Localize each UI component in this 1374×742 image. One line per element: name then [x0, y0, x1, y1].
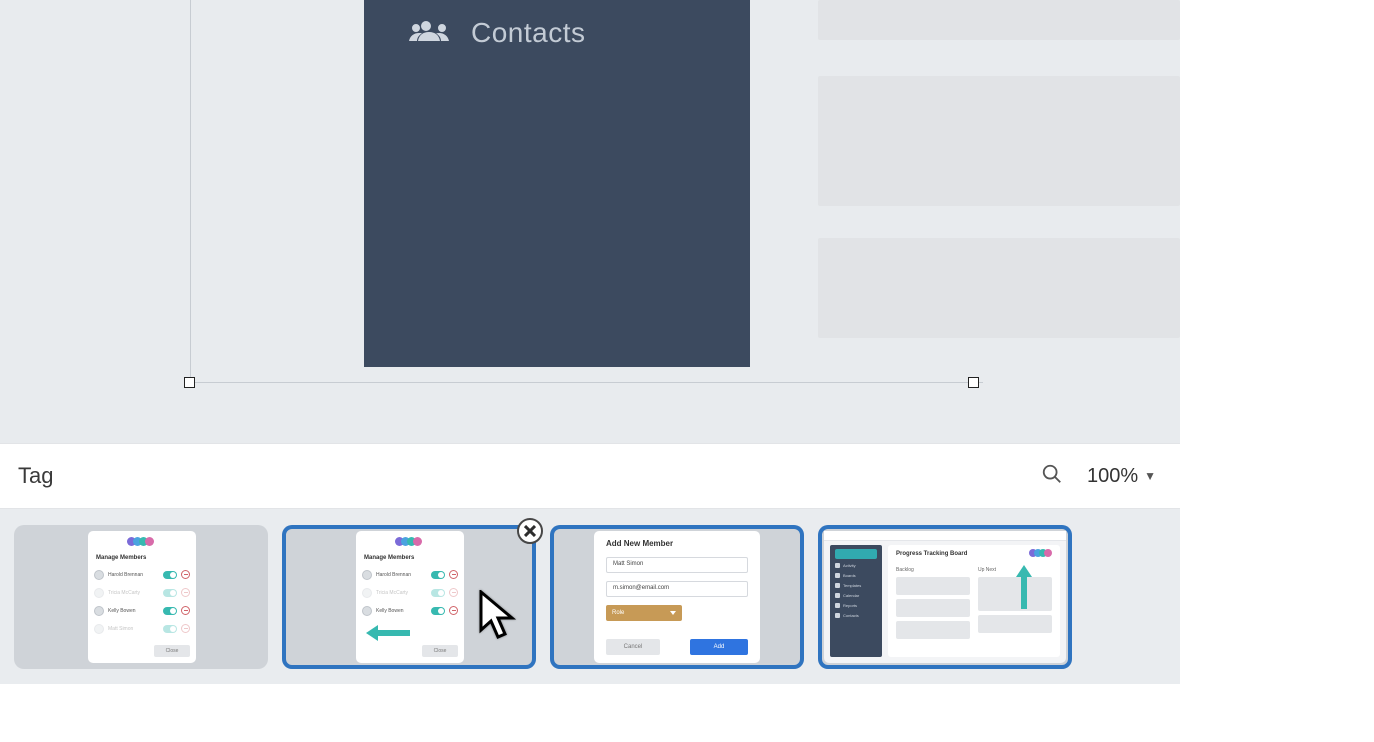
member-name: Matt Simon [108, 626, 133, 632]
card-placeholder [978, 615, 1052, 633]
role-dropdown: Role [606, 605, 682, 621]
role-value: Role [612, 610, 624, 616]
placeholder-block [818, 238, 1180, 338]
add-button: Add [690, 639, 748, 655]
board-title: Progress Tracking Board [896, 551, 967, 557]
panel-title: Add New Member [606, 539, 673, 548]
sidebar-mini-item: Templates [843, 583, 861, 588]
screen-thumb-2[interactable]: Manage Members Harold Brennan Tricia McC… [282, 525, 536, 669]
sidebar-mock-panel: Contacts [364, 0, 750, 367]
thumb-preview: Manage Members Harold Brennan Tricia McC… [356, 531, 464, 663]
member-name: Tricia McCarty [108, 590, 140, 596]
avatar-stack-icon [398, 537, 422, 546]
chevron-down-icon: ▼ [1144, 469, 1156, 483]
member-name: Harold Brennan [108, 572, 143, 578]
bottom-toolbar: Tag 100% ▼ [0, 443, 1180, 509]
sidebar-mini-item: Reports [843, 603, 857, 608]
close-button: Close [154, 645, 190, 657]
cursor-pointer-icon [478, 590, 524, 650]
cancel-button: Cancel [606, 639, 660, 655]
avatar-stack-icon [1032, 549, 1052, 557]
email-field: m.simon@email.com [606, 581, 748, 597]
panel-title: Manage Members [364, 555, 414, 561]
mini-sidebar: Activity Boards Templates Calendar Repor… [830, 545, 882, 657]
zoom-level-value: 100% [1087, 465, 1138, 488]
selection-handle-sw[interactable] [184, 377, 195, 388]
placeholder-block [818, 76, 1180, 206]
card-placeholder [896, 599, 970, 617]
browser-bar [824, 531, 1066, 541]
card-placeholder [978, 577, 1052, 611]
remove-icon [181, 570, 190, 579]
close-icon[interactable] [517, 518, 543, 544]
screen-thumb-3[interactable]: Add New Member Matt Simon m.simon@email.… [550, 525, 804, 669]
selection-handle-se[interactable] [968, 377, 979, 388]
card-placeholder [896, 621, 970, 639]
tag-label[interactable]: Tag [18, 463, 53, 489]
arrow-left-icon [366, 625, 410, 646]
thumb-preview: Activity Boards Templates Calendar Repor… [824, 531, 1066, 663]
panel-title: Manage Members [96, 555, 146, 561]
screen-thumb-1[interactable]: Manage Members Harold Brennan Tricia McC… [14, 525, 268, 669]
sidebar-mini-item: Calendar [843, 593, 859, 598]
sidebar-item-label: Contacts [471, 17, 586, 49]
card-placeholder [896, 577, 970, 595]
column-header: Backlog [896, 567, 970, 573]
avatar-stack-icon [130, 537, 154, 546]
placeholder-column [818, 0, 1180, 338]
sidebar-item-contacts[interactable]: Contacts [364, 8, 750, 58]
zoom-level-dropdown[interactable]: 100% ▼ [1087, 465, 1156, 488]
avatar-icon [94, 570, 104, 580]
thumb-preview: Add New Member Matt Simon m.simon@email.… [594, 531, 760, 663]
design-canvas[interactable]: Contacts [0, 0, 1180, 443]
sidebar-mini-item: Boards [843, 573, 856, 578]
screen-filmstrip[interactable]: Manage Members Harold Brennan Tricia McC… [0, 509, 1180, 684]
arrow-up-icon [1016, 565, 1032, 614]
member-name: Tricia McCarty [376, 590, 408, 596]
sidebar-mini-item: Contacts [843, 613, 859, 618]
placeholder-block [818, 0, 1180, 40]
people-icon [409, 16, 449, 51]
member-name: Kelly Bowen [376, 608, 404, 614]
mini-board: Progress Tracking Board Backlog Up Next [888, 545, 1060, 657]
member-name: Kelly Bowen [108, 608, 136, 614]
sidebar-mini-item: Activity [843, 563, 856, 568]
search-icon[interactable] [1041, 463, 1063, 490]
sidebar-header [835, 549, 877, 559]
member-name: Harold Brennan [376, 572, 411, 578]
name-field: Matt Simon [606, 557, 748, 573]
column-header: Up Next [978, 567, 1052, 573]
toggle-icon [163, 571, 177, 579]
thumb-preview: Manage Members Harold Brennan Tricia McC… [88, 531, 196, 663]
close-button: Close [422, 645, 458, 657]
screen-thumb-4[interactable]: Activity Boards Templates Calendar Repor… [818, 525, 1072, 669]
chevron-down-icon [670, 611, 676, 615]
